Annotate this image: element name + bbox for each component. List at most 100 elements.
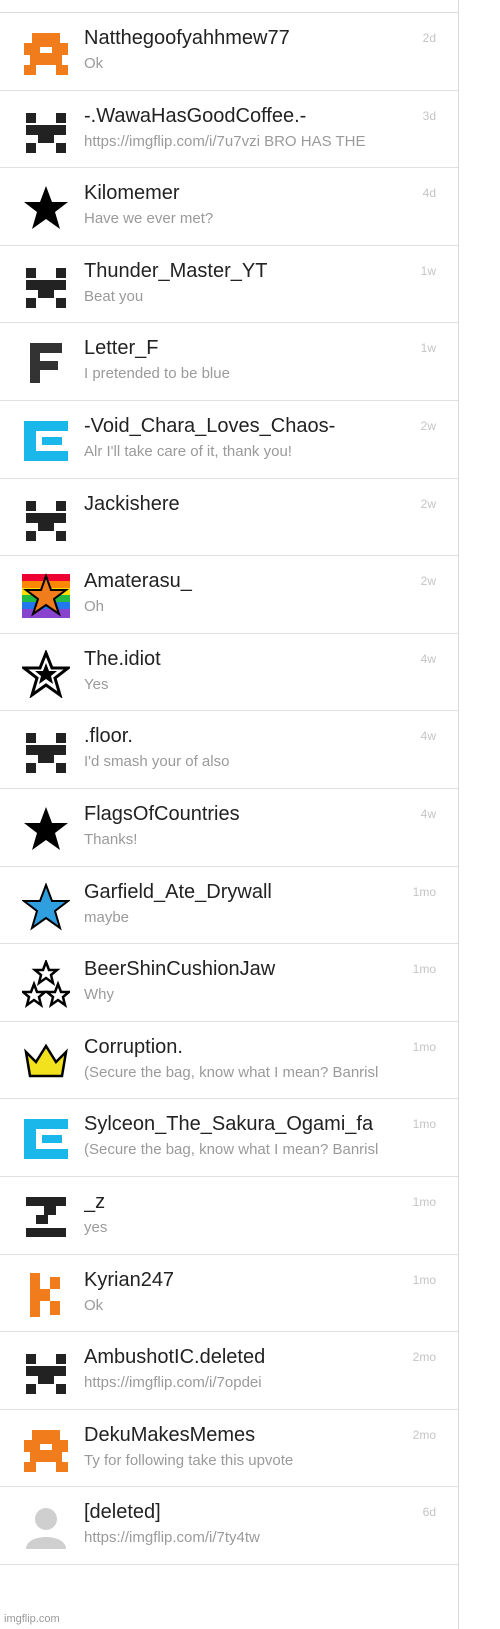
- conversation-timestamp: 1mo: [412, 1117, 436, 1132]
- conversation-last-message: (Secure the bag, know what I mean? Banri…: [84, 1063, 379, 1081]
- conversation-timestamp: 4w: [420, 806, 436, 821]
- conversation-username[interactable]: Corruption.: [84, 1036, 406, 1059]
- black-pixel-avatar-icon[interactable]: [22, 107, 70, 155]
- conversation-username[interactable]: -.WawaHasGoodCoffee.-: [84, 105, 406, 128]
- conversation-username[interactable]: Jackishere: [84, 493, 406, 516]
- conversation-timestamp: 6d: [422, 1505, 436, 1520]
- conversation-last-message: Have we ever met?: [84, 210, 214, 228]
- conversation-username[interactable]: Natthegoofyahhmew77: [84, 27, 406, 50]
- conversation-last-message: Yes: [84, 675, 109, 693]
- cyan-pixel-avatar-icon[interactable]: [22, 417, 70, 465]
- conversation-list-panel: Natthegoofyahhmew77 Ok 2d -.WawaHasGoodCoff…: [0, 0, 459, 1629]
- conversation-item[interactable]: DekuMakesMemes Ty for following take this…: [0, 1410, 458, 1488]
- conversation-item[interactable]: Jackishere 2w: [0, 479, 458, 557]
- conversation-item[interactable]: [deleted] https://imgflip.com/i/7ty4tw 6d: [0, 1487, 458, 1565]
- conversation-item[interactable]: Sylceon_The_Sakura_Ogami_fa (Secure the b…: [0, 1099, 458, 1177]
- list-top-divider: [0, 0, 458, 13]
- conversation-timestamp: 2w: [420, 418, 436, 433]
- conversation-username[interactable]: DekuMakesMemes: [84, 1424, 406, 1447]
- conversation-username[interactable]: -Void_Chara_Loves_Chaos-: [84, 415, 406, 438]
- conversation-last-message: Alr I'll take care of it, thank you!: [84, 442, 292, 460]
- crown-icon[interactable]: [22, 1038, 70, 1086]
- conversation-username[interactable]: Letter_F: [84, 337, 406, 360]
- outlined-star-icon[interactable]: [22, 649, 70, 698]
- conversation-timestamp: 1w: [420, 263, 436, 278]
- conversation-timestamp: 3d: [422, 108, 436, 123]
- conversation-timestamp: 2mo: [412, 1350, 436, 1365]
- conversation-last-message: (Secure the bag, know what I mean? Banri…: [84, 1141, 379, 1159]
- orange-k-icon[interactable]: [22, 1271, 70, 1319]
- conversation-last-message: Oh: [84, 598, 105, 616]
- rainbow-star-icon[interactable]: [22, 572, 70, 620]
- conversation-last-message: https://imgflip.com/i/7opdei: [84, 1374, 262, 1392]
- conversation-username[interactable]: Amaterasu_: [84, 570, 406, 593]
- conversation-item[interactable]: Letter_F I pretended to be blue 1w: [0, 323, 458, 401]
- conversation-item[interactable]: Garfield_Ate_Drywallmaybe 1mo: [0, 867, 458, 945]
- conversation-list: Natthegoofyahhmew77 Ok 2d -.WawaHasGoodCoff…: [0, 13, 458, 1565]
- conversation-item[interactable]: .floor. I'd smash your of also 4w: [0, 711, 458, 789]
- conversation-last-message: maybe: [84, 908, 130, 926]
- conversation-username[interactable]: FlagsOfCountries: [84, 803, 406, 826]
- letter-z-icon[interactable]: [22, 1193, 70, 1241]
- conversation-timestamp: 1mo: [412, 884, 436, 899]
- cyan-pixel-avatar-icon[interactable]: [22, 1115, 70, 1163]
- conversation-timestamp: 2w: [420, 574, 436, 589]
- conversation-username[interactable]: Sylceon_The_Sakura_Ogami_fa: [84, 1113, 406, 1136]
- conversation-timestamp: 2d: [422, 31, 436, 45]
- conversation-username[interactable]: Thunder_Master_YT: [84, 260, 406, 283]
- orange-pixel-avatar-icon[interactable]: [22, 29, 70, 77]
- conversation-last-message: Thanks!: [84, 830, 138, 848]
- conversation-last-message: I'd smash your of also: [84, 753, 230, 771]
- conversation-last-message: https://imgflip.com/i/7ty4tw: [84, 1529, 260, 1547]
- conversation-username[interactable]: [deleted]: [84, 1501, 406, 1524]
- conversation-last-message: Ok: [84, 1296, 104, 1314]
- conversation-item[interactable]: AmbushotIC.deleted https://imgflip.com/i/…: [0, 1332, 458, 1410]
- conversation-username[interactable]: The.idiot: [84, 648, 406, 671]
- conversation-timestamp: 2w: [420, 496, 436, 511]
- black-star-icon[interactable]: [22, 805, 70, 853]
- conversation-username[interactable]: Garfield_Ate_Drywall: [84, 881, 406, 904]
- conversation-item[interactable]: The.idiot Yes 4w: [0, 634, 458, 712]
- conversation-item[interactable]: -Void_Chara_Loves_Chaos- Alr I'll take ca…: [0, 401, 458, 479]
- black-star-icon[interactable]: [22, 184, 70, 232]
- black-pixel-avatar-icon[interactable]: [22, 727, 70, 775]
- conversation-last-message: yes: [84, 1218, 108, 1236]
- conversation-timestamp: 1mo: [412, 1039, 436, 1054]
- conversation-username[interactable]: AmbushotIC.deleted: [84, 1346, 406, 1369]
- conversation-last-message: I pretended to be blue: [84, 365, 230, 383]
- conversation-timestamp: 2mo: [412, 1427, 436, 1442]
- default-user-icon[interactable]: [22, 1503, 70, 1551]
- conversation-item[interactable]: Corruption. (Secure the bag, know what I …: [0, 1022, 458, 1100]
- conversation-item[interactable]: Kilomemer Have we ever met? 4d: [0, 168, 458, 246]
- conversation-last-message: https://imgflip.com/i/7u7vzi BRO HAS THE: [84, 132, 366, 150]
- conversation-last-message: Beat you: [84, 287, 144, 305]
- conversation-item[interactable]: Kyrian247 Ok 1mo: [0, 1255, 458, 1333]
- conversation-item[interactable]: -.WawaHasGoodCoffee.- https://imgflip.com…: [0, 91, 458, 169]
- conversation-username[interactable]: BeerShinCushionJaw: [84, 958, 406, 981]
- conversation-timestamp: 1mo: [412, 1194, 436, 1209]
- three-stars-icon[interactable]: [22, 960, 70, 1009]
- conversation-timestamp: 4w: [420, 651, 436, 666]
- conversation-timestamp: 1w: [420, 341, 436, 356]
- conversation-last-message: Ty for following take this upvote: [84, 1451, 294, 1469]
- black-pixel-avatar-icon[interactable]: [22, 495, 70, 543]
- conversation-timestamp: 1mo: [412, 962, 436, 977]
- orange-pixel-avatar-icon[interactable]: [22, 1426, 70, 1474]
- imgflip-watermark: imgflip.com: [4, 1613, 60, 1625]
- conversation-item[interactable]: _zyes 1mo: [0, 1177, 458, 1255]
- black-pixel-avatar-icon[interactable]: [22, 262, 70, 310]
- black-pixel-avatar-icon[interactable]: [22, 1348, 70, 1396]
- conversation-item[interactable]: Amaterasu_ Oh 2w: [0, 556, 458, 634]
- letter-f-icon[interactable]: [22, 339, 70, 387]
- conversation-username[interactable]: .floor.: [84, 725, 406, 748]
- conversation-item[interactable]: FlagsOfCountries Thanks! 4w: [0, 789, 458, 867]
- conversation-item[interactable]: BeerShinCushionJaw Why 1mo: [0, 944, 458, 1022]
- conversation-item[interactable]: Natthegoofyahhmew77 Ok 2d: [0, 13, 458, 91]
- conversation-username[interactable]: Kilomemer: [84, 182, 406, 205]
- blue-star-icon[interactable]: [22, 882, 70, 931]
- conversation-username[interactable]: Kyrian247: [84, 1269, 406, 1292]
- conversation-last-message: Ok: [84, 55, 104, 72]
- conversation-username[interactable]: _z: [84, 1191, 406, 1214]
- conversation-item[interactable]: Thunder_Master_YT Beat you 1w: [0, 246, 458, 324]
- conversation-timestamp: 4d: [422, 186, 436, 201]
